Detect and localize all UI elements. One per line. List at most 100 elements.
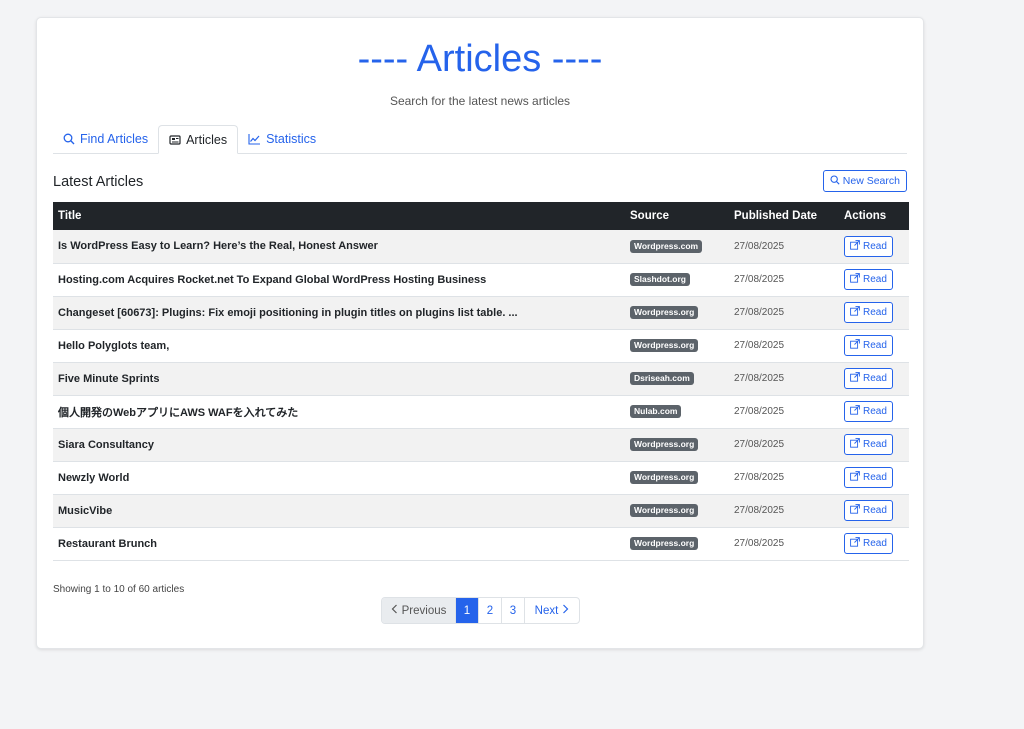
tab-label: Statistics <box>266 132 317 146</box>
actions-cell: Read <box>839 230 909 264</box>
page-title: ---- Articles ---- <box>357 38 603 80</box>
source-cell: Nulab.com <box>625 395 729 429</box>
article-title: Newzly World <box>53 461 625 495</box>
tab-bar: Find Articles Articles Statistics <box>53 125 907 154</box>
read-label: Read <box>863 373 887 384</box>
read-button[interactable]: Read <box>844 434 893 455</box>
article-title: Is WordPress Easy to Learn? Here’s the R… <box>53 230 625 264</box>
read-button[interactable]: Read <box>844 235 893 257</box>
section-title: Latest Articles <box>53 174 144 190</box>
read-label: Read <box>863 538 887 549</box>
table-row: Five Minute Sprints Dsriseah.com 27/08/2… <box>53 362 909 396</box>
read-label: Read <box>863 274 887 285</box>
article-title: Hello Polyglots team, <box>53 329 625 363</box>
read-label: Read <box>863 340 887 351</box>
published-date: 27/08/2025 <box>729 362 839 396</box>
actions-cell: Read <box>839 362 909 396</box>
actions-cell: Read <box>839 263 909 297</box>
source-badge: Wordpress.org <box>630 306 699 319</box>
search-icon <box>830 174 840 188</box>
read-label: Read <box>863 472 887 483</box>
read-button[interactable]: Read <box>844 302 893 323</box>
actions-cell: Read <box>839 494 909 528</box>
external-link-icon <box>850 339 860 352</box>
read-button[interactable]: Read <box>844 335 893 356</box>
article-title: 個人開発のWebアプリにAWS WAFを入れてみた <box>53 395 625 429</box>
table-row: MusicVibe Wordpress.org 27/08/2025 Read <box>53 494 909 528</box>
new-search-label: New Search <box>842 175 900 187</box>
published-date: 27/08/2025 <box>729 230 839 264</box>
tab-statistics[interactable]: Statistics <box>238 125 326 153</box>
read-label: Read <box>863 439 887 450</box>
external-link-icon <box>850 405 860 418</box>
actions-cell: Read <box>839 329 909 363</box>
external-link-icon <box>850 372 860 385</box>
page-subtitle: Search for the latest news articles <box>389 94 571 108</box>
external-link-icon <box>850 239 860 253</box>
published-date: 27/08/2025 <box>729 494 839 528</box>
chart-line-icon <box>248 133 261 145</box>
published-date: 27/08/2025 <box>729 428 839 462</box>
column-header-title: Title <box>53 202 625 230</box>
read-button[interactable]: Read <box>844 269 893 290</box>
published-date: 27/08/2025 <box>729 329 839 363</box>
newspaper-icon <box>169 134 181 146</box>
read-button[interactable]: Read <box>844 401 893 422</box>
source-cell: Wordpress.org <box>625 494 729 528</box>
read-button[interactable]: Read <box>844 533 893 554</box>
external-link-icon <box>850 438 860 451</box>
source-cell: Wordpress.org <box>625 428 729 462</box>
table-row: 個人開発のWebアプリにAWS WAFを入れてみた Nulab.com 27/0… <box>53 395 909 429</box>
tab-label: Find Articles <box>80 132 149 146</box>
tab-find-articles[interactable]: Find Articles <box>53 125 158 153</box>
external-link-icon <box>850 537 860 550</box>
read-label: Read <box>863 406 887 417</box>
articles-table: Title Source Published Date Actions Is W… <box>53 202 909 561</box>
column-header-source: Source <box>625 202 729 230</box>
table-row: Newzly World Wordpress.org 27/08/2025 Re… <box>53 461 909 495</box>
actions-cell: Read <box>839 461 909 495</box>
source-badge: Wordpress.org <box>630 339 699 352</box>
source-badge: Wordpress.org <box>630 537 699 550</box>
source-badge: Wordpress.com <box>630 239 703 253</box>
article-title: Changeset [60673]: Plugins: Fix emoji po… <box>53 296 625 330</box>
page-3-button[interactable]: 3 <box>502 598 525 623</box>
article-title: Siara Consultancy <box>53 428 625 462</box>
tab-label: Articles <box>186 132 228 147</box>
read-button[interactable]: Read <box>844 368 893 389</box>
actions-cell: Read <box>839 395 909 429</box>
page-2-button[interactable]: 2 <box>479 598 502 623</box>
tab-articles[interactable]: Articles <box>158 125 239 154</box>
column-header-published-date: Published Date <box>729 202 839 230</box>
actions-cell: Read <box>839 527 909 561</box>
previous-page-button[interactable]: Previous <box>382 598 456 623</box>
source-badge: Wordpress.org <box>630 504 699 517</box>
external-link-icon <box>850 471 860 484</box>
source-badge: Wordpress.org <box>630 438 699 451</box>
read-button[interactable]: Read <box>844 500 893 521</box>
published-date: 27/08/2025 <box>729 395 839 429</box>
source-cell: Wordpress.org <box>625 527 729 561</box>
source-badge: Dsriseah.com <box>630 372 694 385</box>
table-row: Hello Polyglots team, Wordpress.org 27/0… <box>53 329 909 363</box>
search-icon <box>63 133 75 145</box>
source-cell: Wordpress.org <box>625 461 729 495</box>
external-link-icon <box>850 504 860 517</box>
read-button[interactable]: Read <box>844 467 893 488</box>
page-1-button[interactable]: 1 <box>456 598 479 623</box>
published-date: 27/08/2025 <box>729 527 839 561</box>
external-link-icon <box>850 306 860 319</box>
next-page-button[interactable]: Next <box>525 598 579 623</box>
table-row: Is WordPress Easy to Learn? Here’s the R… <box>53 230 909 264</box>
article-title: Five Minute Sprints <box>53 362 625 396</box>
pagination: Previous 1 2 3 Next <box>381 597 580 624</box>
source-cell: Wordpress.org <box>625 296 729 330</box>
source-badge: Slashdot.org <box>630 273 690 286</box>
new-search-button[interactable]: New Search <box>822 170 907 192</box>
next-label: Next <box>534 604 559 617</box>
source-cell: Dsriseah.com <box>625 362 729 396</box>
table-row: Siara Consultancy Wordpress.org 27/08/20… <box>53 428 909 462</box>
actions-cell: Read <box>839 428 909 462</box>
previous-label: Previous <box>401 604 447 617</box>
actions-cell: Read <box>839 296 909 330</box>
